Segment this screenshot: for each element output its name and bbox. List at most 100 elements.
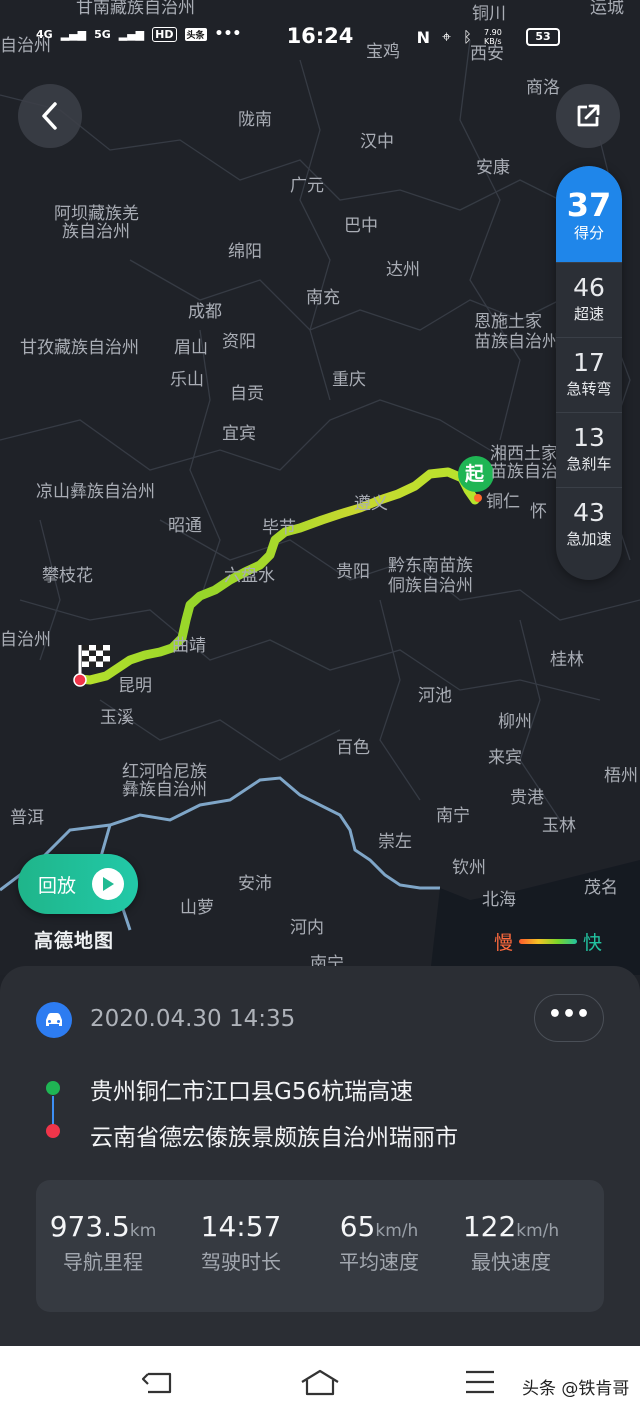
network-speed: 7.90 KB/s [484,28,502,46]
map-label: 广元 [290,176,324,196]
stat-number: 65 [339,1210,376,1243]
replay-label: 回放 [38,874,77,897]
map-label: 红河哈尼族 [122,762,207,782]
trip-date: 2020.04.30 14:35 [90,1006,296,1032]
map-label: 重庆 [332,370,366,390]
map-label: 茂名 [584,878,618,898]
start-dot-icon [46,1081,60,1095]
map-label: 成都 [188,302,222,322]
more-options-button[interactable]: ••• [534,994,604,1042]
start-marker-label: 起 [465,463,485,485]
stat-label: 导航里程 [63,1250,143,1274]
stat-sharp-turn[interactable]: 17 急转弯 [556,337,622,412]
map-label: 南宁 [436,806,470,826]
share-button[interactable] [556,84,620,148]
map-label: 苗族自治州 [474,332,559,352]
map-label: 陇南 [238,110,272,130]
back-nav-icon[interactable] [140,1368,176,1398]
map-label: 梧州 [604,766,638,786]
share-icon [577,104,600,127]
map-label: 玉溪 [100,708,134,728]
map-label: 南充 [306,288,340,308]
map-label: 侗族自治州 [388,576,473,596]
speed-legend: 慢 快 [494,928,602,955]
back-arrow-icon [42,102,57,130]
stat-value: 46 [573,273,605,302]
end-address: 云南省德宏傣族景颇族自治州瑞丽市 [90,1125,458,1151]
stat-value: 43 [573,498,605,527]
map-label: 昆明 [118,676,152,696]
stat-value: 13 [573,423,605,452]
menu-nav-icon[interactable] [464,1368,496,1398]
map-label: 北海 [482,890,516,910]
map-label: 黔东南苗族 [388,556,473,576]
system-nav-bar: 头条 @铁肯哥 [0,1346,640,1422]
status-right: N ⌖ ᛒ 7.90 KB/s [417,27,512,47]
map-label: 崇左 [378,832,412,852]
map-label: 柳州 [498,712,532,732]
driving-score-panel: 37 得分 46 超速 17 急转弯 13 急刹车 43 急加速 [556,166,622,580]
stat-speeding[interactable]: 46 超速 [556,262,622,337]
trip-stats: 973.5km 导航里程 14:57 驾驶时长 65km/h 平均速度 122k… [36,1180,604,1312]
stat-number: 14:57 [200,1210,282,1243]
map-label: 普洱 [10,808,44,828]
stat-max-speed: 122km/h 最快速度 [448,1210,574,1280]
stat-avg-speed: 65km/h 平均速度 [316,1210,442,1280]
map-label: 达州 [386,260,420,280]
stat-unit: km [129,1221,157,1241]
stat-distance: 973.5km 导航里程 [40,1210,166,1280]
stat-unit: km/h [516,1221,560,1241]
car-icon [36,1002,72,1038]
end-dot-icon [46,1124,60,1138]
map-label: 贵阳 [336,562,370,582]
score-summary[interactable]: 37 得分 [556,166,622,262]
map-label: 山萝 [180,898,214,918]
map-label: 钦州 [452,858,486,878]
home-nav-icon[interactable] [300,1368,340,1398]
stat-rapid-accel[interactable]: 43 急加速 [556,487,622,562]
map-label: 攀枝花 [42,566,93,586]
map-label: 来宾 [488,748,522,768]
map-label: 曲靖 [172,636,206,656]
map-label: 安康 [476,158,510,178]
map-label: 绵阳 [228,242,262,262]
map-label: 汉中 [360,132,394,152]
stat-label: 最快速度 [471,1250,551,1274]
legend-fast: 快 [583,932,603,954]
map-label: 怀 [530,502,547,522]
map-label: 贵港 [510,788,544,808]
stat-label: 急刹车 [566,455,612,473]
legend-gradient [519,939,578,944]
stat-unit: km/h [375,1221,419,1241]
map-label: 阿坝藏族羌 [54,204,139,224]
map-label: 河内 [290,918,324,938]
battery-indicator: 53 [526,28,560,46]
stat-number: 973.5 [49,1210,130,1243]
stat-label: 急加速 [566,530,612,548]
map-label: 六盘水 [224,566,275,586]
bluetooth-icon: ᛒ [462,28,472,46]
stat-value: 17 [573,348,605,377]
map-label: 自治州 [0,630,51,650]
status-bar: 4G ▂▄▆ 5G ▂▄▆ HD 头条 ••• 16:24 N ⌖ ᛒ 7.90… [0,0,640,72]
watermark: 头条 @铁肯哥 [522,1379,630,1399]
map-label: 玉林 [542,816,576,836]
map-label: 昭通 [168,516,202,536]
nfc-icon: N [416,27,430,47]
trip-detail-screen: 甘南藏族自治州 铜川 运城 自治州 宝鸡 西安 商洛 陇南 汉中 安康 广元 阿… [0,0,640,1422]
score-value: 37 [566,186,612,224]
stat-label: 急转弯 [566,380,612,398]
replay-button[interactable]: 回放 [18,854,138,914]
stat-hard-brake[interactable]: 13 急刹车 [556,412,622,487]
map-label: 乐山 [170,370,204,390]
map-label: 资阳 [222,332,256,352]
back-button[interactable] [18,84,82,148]
map-label: 巴中 [344,216,378,236]
map-label: 宜宾 [222,424,256,444]
map-label: 眉山 [174,338,208,358]
map-label: 彝族自治州 [122,780,207,800]
stat-duration: 14:57 驾驶时长 [178,1210,304,1280]
map-view[interactable]: 甘南藏族自治州 铜川 运城 自治州 宝鸡 西安 商洛 陇南 汉中 安康 广元 阿… [0,0,640,975]
trip-summary-sheet: 2020.04.30 14:35 ••• 贵州铜仁市江口县G56杭瑞高速 云南省… [0,966,640,1346]
map-label: 凉山彝族自治州 [36,482,155,502]
